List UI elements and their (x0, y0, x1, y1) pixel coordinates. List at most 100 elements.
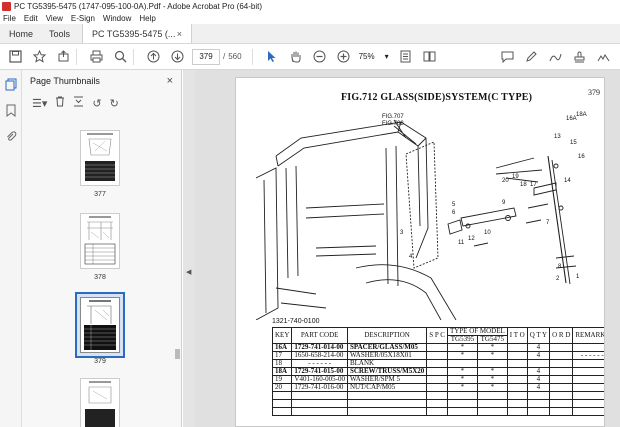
cell-spc (426, 351, 448, 360)
comment-icon[interactable] (498, 48, 516, 66)
cell-ord (549, 383, 574, 392)
cell-desc: NUT/CAP/M05 (346, 383, 428, 392)
cell-ord (549, 359, 574, 368)
header-qty: Q T Y (526, 327, 551, 344)
cell-spc (426, 375, 448, 384)
cell-i (506, 383, 528, 392)
page-total: 560 (228, 52, 242, 61)
thumbnail-label: 378 (94, 274, 106, 281)
callout-label: 12 (468, 236, 475, 242)
table-row-empty (271, 399, 604, 408)
header-part-code: PART CODE (291, 327, 348, 344)
close-tab-icon[interactable]: × (177, 29, 182, 39)
thumbnail-scrollbar-thumb[interactable] (175, 349, 180, 359)
draw-icon[interactable] (546, 48, 564, 66)
toolbar-divider (76, 48, 77, 65)
callout-label: 9 (502, 200, 506, 206)
stamp-icon[interactable] (570, 48, 588, 66)
cell-i (506, 351, 528, 360)
extract-page-icon[interactable] (73, 96, 84, 110)
next-page-icon[interactable] (168, 48, 186, 66)
collapse-panel-icon[interactable]: ◀ (186, 268, 191, 276)
table-row-empty (271, 407, 604, 416)
menu-esign[interactable]: E-Sign (71, 14, 95, 23)
callout-label: 7 (546, 220, 550, 226)
callout-label: FIG.708 (382, 121, 404, 127)
share-icon[interactable] (54, 48, 72, 66)
page-layout-icon[interactable] (421, 48, 439, 66)
header-description: DESCRIPTION (346, 327, 428, 344)
callout-label: 16 (578, 154, 585, 160)
menu-window[interactable]: Window (103, 14, 131, 23)
thumbnail-page-378[interactable] (80, 213, 120, 269)
callout-label: 20 (502, 178, 509, 184)
cell-spc (426, 359, 448, 368)
page-thumbnails-icon[interactable] (4, 78, 18, 92)
zoom-in-icon[interactable] (335, 48, 353, 66)
table-header-row: KEY PART CODE DESCRIPTION S P C TYPE OF … (271, 327, 604, 344)
cell-remarks (572, 359, 604, 368)
panel-header: Page Thumbnails × (22, 70, 181, 92)
callout-label: 6 (452, 210, 456, 216)
menu-edit[interactable]: Edit (24, 14, 38, 23)
menu-help[interactable]: Help (139, 14, 155, 23)
callout-label: 3 (400, 230, 404, 236)
rotate-ccw-icon[interactable]: ↺ (92, 97, 101, 110)
panel-toolbar: ☰▾ ↺ ↻ (22, 92, 181, 114)
fill-sign-icon[interactable] (594, 48, 612, 66)
callout-label: 11 (458, 240, 465, 246)
table-row: 20 1729-741-016-00 NUT/CAP/M05 * * 4 (271, 383, 604, 392)
header-remarks: REMARKS (572, 327, 604, 344)
menu-view[interactable]: View (46, 14, 63, 23)
panel-options-icon[interactable]: ☰▾ (32, 97, 47, 110)
fit-page-icon[interactable] (397, 48, 415, 66)
callout-label: 14 (564, 178, 571, 184)
rotate-cw-icon[interactable]: ↻ (110, 97, 119, 110)
tab-document[interactable]: PC TG5395-5475 (... × (82, 24, 192, 43)
delete-page-icon[interactable] (55, 96, 65, 110)
panel-splitter[interactable]: ◀ (183, 70, 195, 427)
page-number-input[interactable]: 379 (192, 48, 220, 65)
attachments-icon[interactable] (4, 130, 18, 144)
menu-file[interactable]: File (3, 14, 16, 23)
callout-label: 5 (452, 202, 456, 208)
zoom-out-icon[interactable] (311, 48, 329, 66)
bookmark-star-icon[interactable] (30, 48, 48, 66)
cell-remarks (572, 375, 604, 384)
callout-label: 1 (576, 274, 580, 280)
thumbnail-page-377[interactable] (80, 130, 120, 186)
close-panel-icon[interactable]: × (167, 75, 173, 87)
bookmarks-icon[interactable] (4, 104, 18, 118)
thumbnail-page-379[interactable] (80, 297, 120, 353)
cell-remarks (572, 383, 604, 392)
cell-i (506, 359, 528, 368)
chevron-down-icon: ▾ (384, 52, 389, 61)
table-row-empty (271, 391, 604, 400)
select-cursor-icon[interactable] (263, 48, 281, 66)
print-icon[interactable] (87, 48, 105, 66)
menu-bar: File Edit View E-Sign Window Help (0, 12, 620, 24)
thumbnail-page-380[interactable] (80, 378, 120, 427)
tab-home[interactable]: Home (0, 24, 40, 43)
header-spc: S P C (426, 327, 448, 344)
cell-i (506, 367, 528, 376)
previous-page-icon[interactable] (144, 48, 162, 66)
callout-label: 15 (570, 140, 577, 146)
hand-tool-icon[interactable] (287, 48, 305, 66)
cell-qty: 4 (526, 383, 551, 392)
page-separator: / (223, 52, 226, 61)
title-bar: PC TG5395-5475 (1747-095-100-0A).Pdf - A… (0, 0, 620, 12)
zoom-value: 75% (358, 52, 375, 61)
save-icon[interactable] (6, 48, 24, 66)
cell-ord (549, 367, 574, 376)
toolbar-divider (251, 48, 253, 65)
highlight-pen-icon[interactable] (522, 48, 540, 66)
pdf-page: FIG.712 GLASS(SIDE)SYSTEM(C TYPE) 379 FI… (235, 77, 605, 427)
find-icon[interactable] (111, 48, 129, 66)
zoom-select[interactable]: 75% ▾ (357, 49, 391, 65)
cell-ord (549, 351, 574, 360)
parts-table: KEY PART CODE DESCRIPTION S P C TYPE OF … (271, 327, 604, 416)
tab-tools[interactable]: Tools (40, 24, 82, 43)
callout-label: 18A (576, 112, 587, 118)
toolbar-divider (133, 48, 134, 65)
